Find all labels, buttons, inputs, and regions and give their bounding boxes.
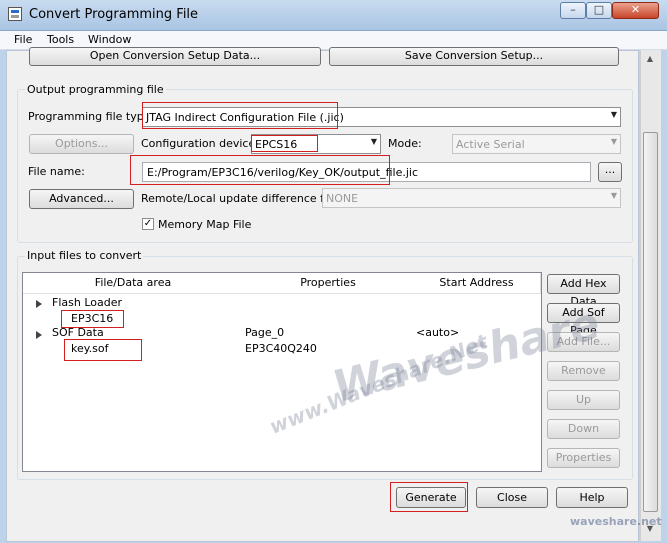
sof-file-properties: EP3C40Q240 xyxy=(245,342,317,355)
file-name-label: File name: xyxy=(28,165,85,178)
close-window-button[interactable]: ✕ xyxy=(612,2,659,19)
dropdown-arrow-icon: ▼ xyxy=(610,137,617,146)
column-header-file[interactable]: File/Data area xyxy=(23,273,244,294)
flash-loader-row[interactable]: Flash Loader xyxy=(52,296,122,309)
remote-update-select[interactable]: NONE ▼ xyxy=(322,188,621,208)
highlight-file-name xyxy=(130,155,390,185)
output-group-title: Output programming file xyxy=(25,83,166,96)
column-header-start-address[interactable]: Start Address xyxy=(413,273,541,294)
remote-update-value: NONE xyxy=(326,192,359,205)
mode-select[interactable]: Active Serial ▼ xyxy=(452,134,621,154)
scroll-thumb[interactable] xyxy=(643,132,658,512)
scroll-up-icon[interactable]: ▲ xyxy=(643,52,657,66)
file-type-label: Programming file type: xyxy=(28,110,155,123)
save-conversion-setup-button[interactable]: Save Conversion Setup... xyxy=(329,47,619,66)
memory-map-checkbox[interactable]: ✓ xyxy=(142,218,154,230)
highlight-generate xyxy=(390,482,468,512)
help-button[interactable]: Help xyxy=(556,487,628,508)
menu-window[interactable]: Window xyxy=(88,33,131,46)
watermark-corner: waveshare.net xyxy=(570,515,662,528)
options-button[interactable]: Options... xyxy=(29,134,134,154)
config-device-label: Configuration device: xyxy=(141,137,259,150)
mode-value: Active Serial xyxy=(456,138,525,151)
mode-label: Mode: xyxy=(388,137,422,150)
dropdown-arrow-icon: ▼ xyxy=(370,137,377,146)
window-title: Convert Programming File xyxy=(29,7,199,22)
memory-map-label: Memory Map File xyxy=(158,218,252,231)
remove-button[interactable]: Remove xyxy=(547,361,620,381)
highlight-flash-device xyxy=(61,310,124,328)
properties-button[interactable]: Properties xyxy=(547,448,620,468)
browse-button[interactable]: ... xyxy=(598,162,622,182)
input-group-title: Input files to convert xyxy=(25,249,144,262)
dropdown-arrow-icon: ▼ xyxy=(610,110,617,119)
expand-icon[interactable] xyxy=(36,331,42,339)
dropdown-arrow-icon: ▼ xyxy=(610,191,617,200)
highlight-file-type xyxy=(142,102,338,129)
app-icon xyxy=(8,7,22,21)
vertical-scrollbar[interactable]: ▲ ▼ xyxy=(640,50,661,541)
maximize-button[interactable]: □ xyxy=(586,2,612,19)
sof-data-properties: Page_0 xyxy=(245,326,285,339)
advanced-button[interactable]: Advanced... xyxy=(29,189,134,209)
add-hex-data-button[interactable]: Add Hex Data xyxy=(547,274,620,308)
title-bar: Convert Programming File – □ ✕ xyxy=(0,0,667,31)
remote-update-label: Remote/Local update difference file: xyxy=(141,192,341,205)
down-button[interactable]: Down xyxy=(547,419,620,439)
open-conversion-setup-button[interactable]: Open Conversion Setup Data... xyxy=(29,47,321,66)
close-button[interactable]: Close xyxy=(476,487,548,508)
menu-tools[interactable]: Tools xyxy=(47,33,74,46)
highlight-sof-file xyxy=(64,339,142,361)
highlight-config-device xyxy=(251,135,318,152)
menu-file[interactable]: File xyxy=(14,33,32,46)
expand-icon[interactable] xyxy=(36,300,42,308)
column-header-properties[interactable]: Properties xyxy=(243,273,414,294)
up-button[interactable]: Up xyxy=(547,390,620,410)
minimize-button[interactable]: – xyxy=(560,2,586,19)
